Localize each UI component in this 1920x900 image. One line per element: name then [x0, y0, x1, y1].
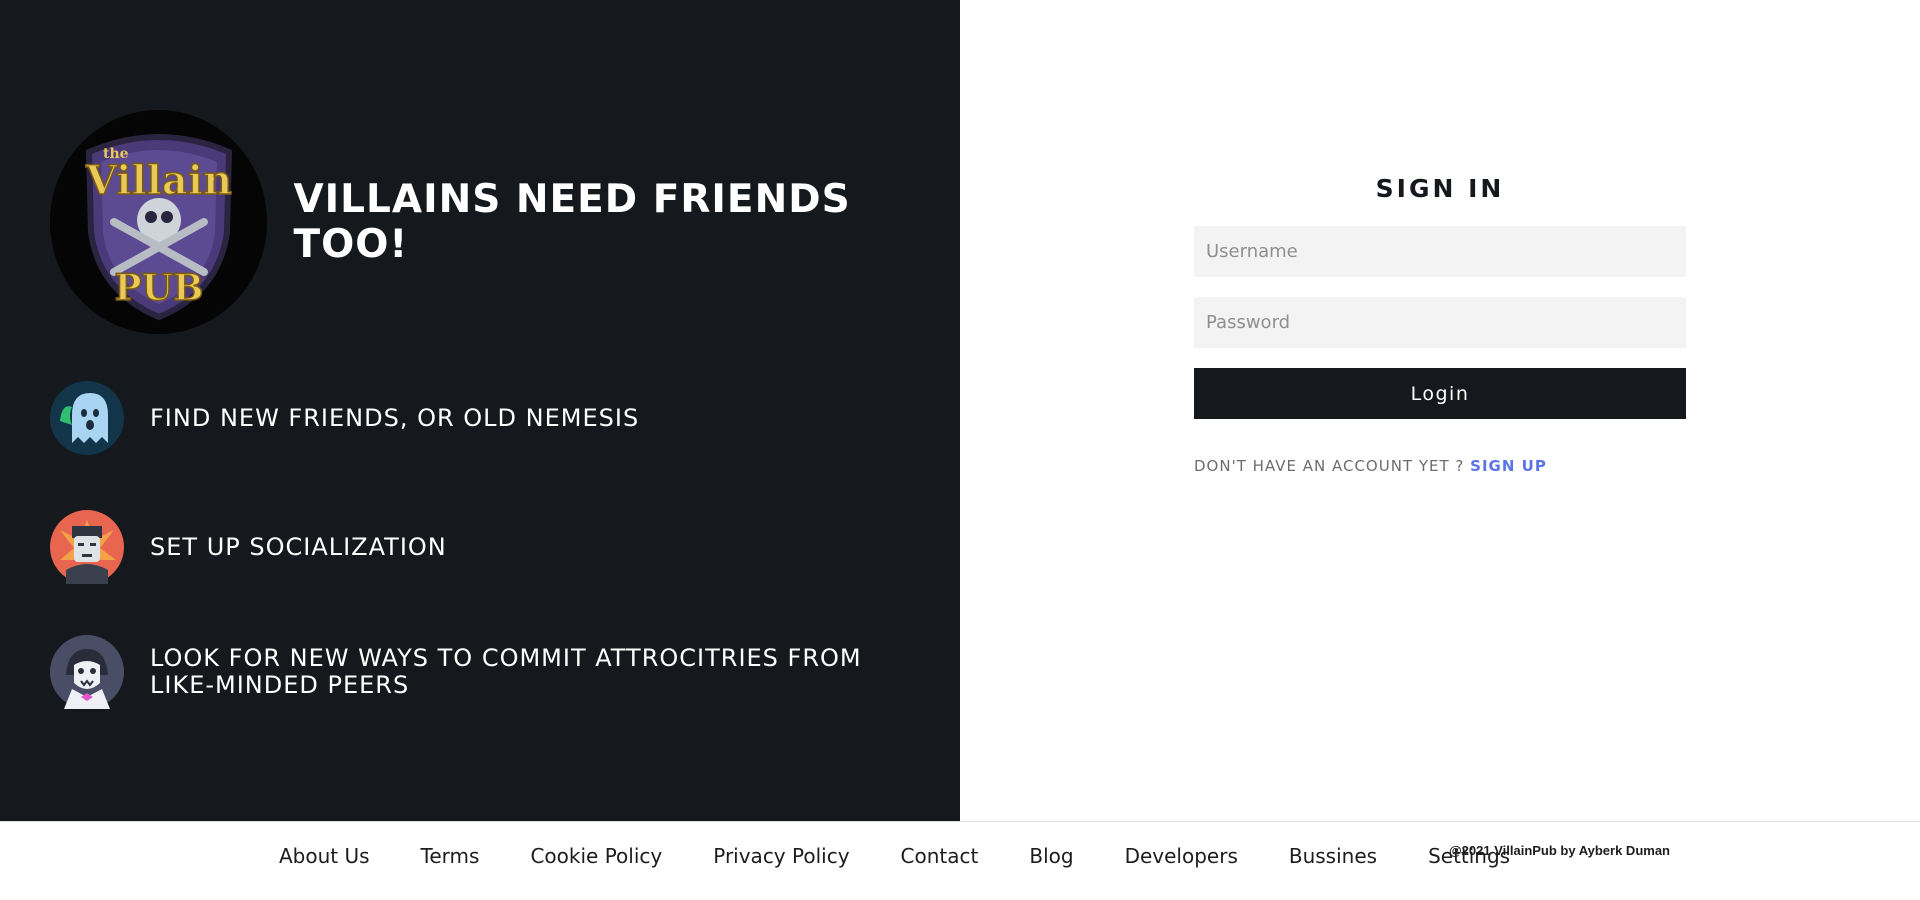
page: the Villain PUB VILLAINS NEED FRIENDS TO…: [0, 0, 1920, 900]
hero-panel: the Villain PUB VILLAINS NEED FRIENDS TO…: [0, 0, 960, 821]
feature-text: LOOK FOR NEW WAYS TO COMMIT ATTROCITRIES…: [150, 644, 862, 699]
hero-headline: VILLAINS NEED FRIENDS TOO!: [293, 177, 851, 267]
footer-link-terms[interactable]: Terms: [421, 844, 480, 868]
signup-prompt: DON'T HAVE AN ACCOUNT YET ? SIGN UP: [1194, 457, 1686, 475]
feature-item-find-friends: FIND NEW FRIENDS, OR OLD NEMESIS: [50, 381, 890, 455]
username-input[interactable]: [1194, 226, 1686, 277]
footer-link-cookie-policy[interactable]: Cookie Policy: [530, 844, 662, 868]
feature-item-socialization: SET UP SOCIALIZATION: [50, 510, 890, 584]
brand-block: the Villain PUB VILLAINS NEED FRIENDS TO…: [50, 110, 960, 334]
password-input[interactable]: [1194, 297, 1686, 348]
copyright-text: @2021 VillainPub by Ayberk Duman: [1449, 843, 1670, 858]
villain-pub-logo: the Villain PUB: [50, 110, 268, 334]
footer: About Us Terms Cookie Policy Privacy Pol…: [0, 821, 1920, 900]
vampire-icon: [50, 635, 124, 709]
no-account-text: DON'T HAVE AN ACCOUNT YET ?: [1194, 457, 1465, 475]
footer-link-privacy-policy[interactable]: Privacy Policy: [713, 844, 849, 868]
signin-form: SIGN IN Login DON'T HAVE AN ACCOUNT YET …: [1194, 172, 1686, 475]
login-button[interactable]: Login: [1194, 368, 1686, 419]
footer-link-about-us[interactable]: About Us: [279, 844, 370, 868]
svg-text:Villain: Villain: [85, 157, 232, 204]
footer-link-blog[interactable]: Blog: [1029, 844, 1073, 868]
footer-link-developers[interactable]: Developers: [1125, 844, 1238, 868]
footer-nav: About Us Terms Cookie Policy Privacy Pol…: [279, 844, 1510, 868]
shield-logo-icon: the Villain PUB: [84, 134, 233, 321]
feature-text: FIND NEW FRIENDS, OR OLD NEMESIS: [150, 403, 640, 432]
ghost-icon: [50, 381, 124, 455]
svg-text:PUB: PUB: [114, 267, 203, 309]
feature-item-attrocities: LOOK FOR NEW WAYS TO COMMIT ATTROCITRIES…: [50, 635, 890, 709]
feature-text: SET UP SOCIALIZATION: [150, 532, 447, 561]
footer-link-bussines[interactable]: Bussines: [1289, 844, 1377, 868]
frankenstein-icon: [50, 510, 124, 584]
signup-link[interactable]: SIGN UP: [1470, 457, 1547, 475]
signin-title: SIGN IN: [1375, 174, 1505, 203]
footer-link-contact[interactable]: Contact: [901, 844, 979, 868]
